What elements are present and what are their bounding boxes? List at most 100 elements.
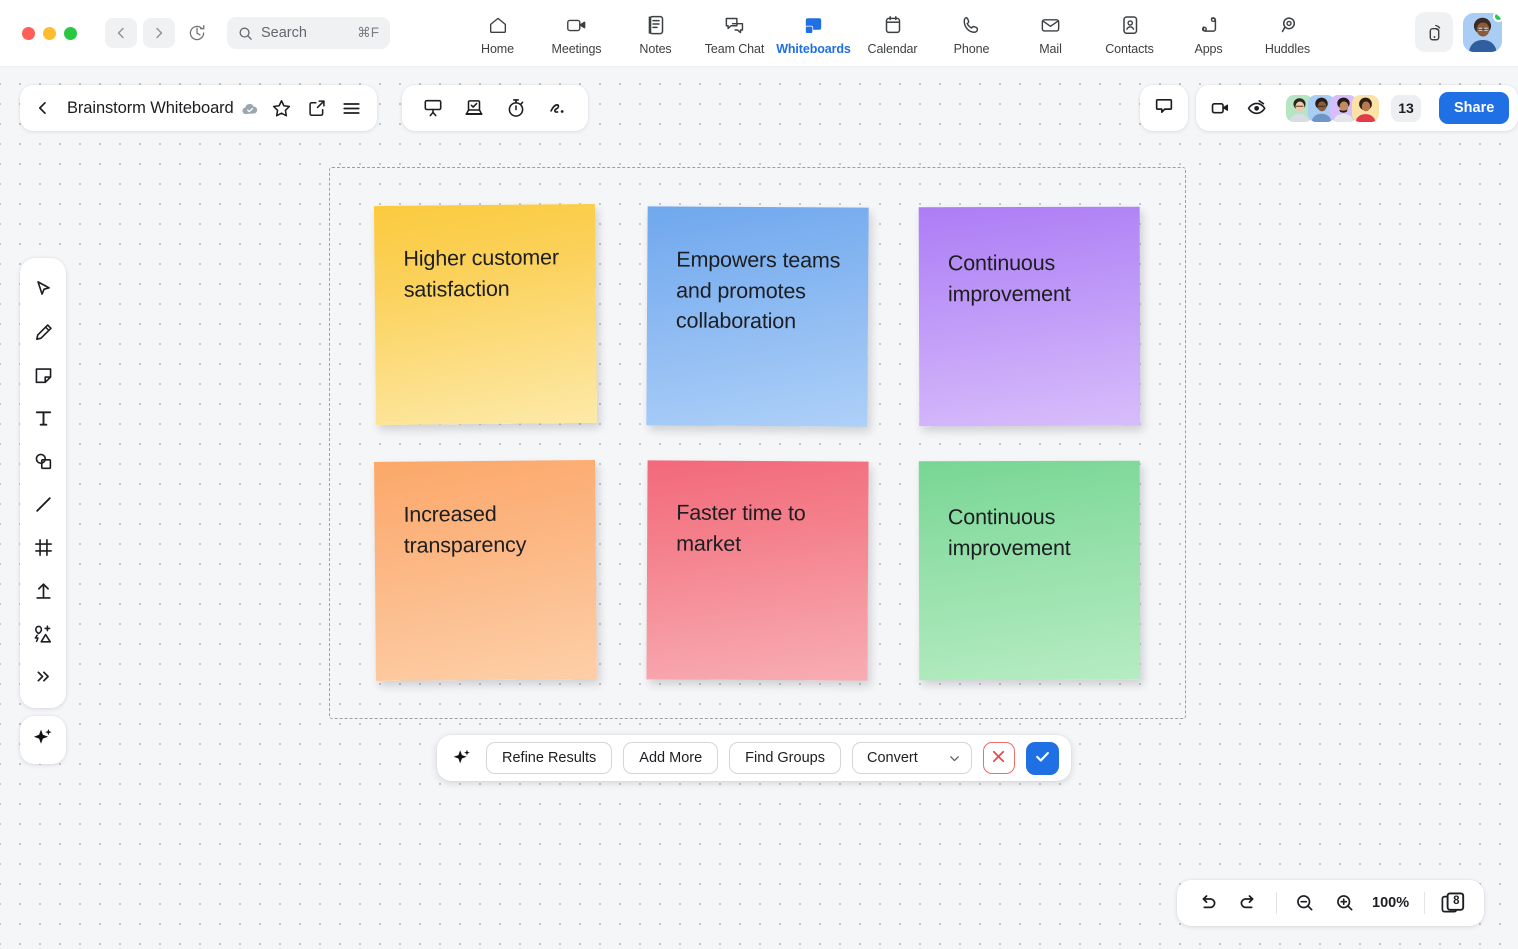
sticky-note[interactable]: Increased transparency [374, 460, 597, 681]
nav-label: Team Chat [705, 42, 765, 56]
laser-pointer-icon[interactable] [546, 97, 568, 119]
nav-label: Meetings [552, 42, 602, 56]
history-clock-icon[interactable] [181, 18, 213, 48]
notes-icon [646, 13, 666, 37]
minimize-window-button[interactable] [43, 27, 56, 40]
frame-tool[interactable] [22, 526, 64, 569]
search-placeholder: Search [261, 25, 349, 41]
nav-item-huddles[interactable]: Huddles [1248, 11, 1327, 56]
reject-button[interactable] [983, 742, 1015, 774]
comment-icon [1153, 95, 1175, 122]
close-x-icon [990, 748, 1007, 768]
avatar[interactable] [1463, 13, 1502, 52]
share-button[interactable]: Share [1439, 92, 1509, 124]
find-groups-button[interactable]: Find Groups [729, 742, 841, 774]
app-window: Search ⌘F Home Meetings [0, 0, 1518, 949]
whiteboard-canvas[interactable]: Higher customer satisfaction Empowers te… [0, 67, 1518, 949]
nav-item-whiteboards[interactable]: Whiteboards [774, 11, 853, 56]
forward-chevron-icon[interactable] [143, 18, 175, 48]
contact-card-icon [1120, 13, 1140, 37]
page-title[interactable]: Brainstorm Whiteboard [67, 99, 234, 118]
search-icon [238, 26, 253, 41]
accept-button[interactable] [1026, 742, 1059, 775]
nav-item-mail[interactable]: Mail [1011, 11, 1090, 56]
nav-item-team-chat[interactable]: Team Chat [695, 11, 774, 56]
zoom-out-icon[interactable] [1288, 886, 1322, 920]
template-tool[interactable] [22, 612, 64, 655]
redo-icon[interactable] [1231, 886, 1265, 920]
maximize-window-button[interactable] [64, 27, 77, 40]
line-tool[interactable] [22, 483, 64, 526]
main-nav: Home Meetings Notes Team C [458, 11, 1327, 56]
back-chevron-icon[interactable] [105, 18, 137, 48]
nav-item-apps[interactable]: Apps [1169, 11, 1248, 56]
nav-item-calendar[interactable]: Calendar [853, 11, 932, 56]
check-icon [1033, 747, 1052, 769]
zoom-toolbar: 100% 8 [1177, 880, 1484, 926]
text-tool[interactable] [22, 397, 64, 440]
window-traffic-lights [22, 27, 77, 40]
upload-tool[interactable] [22, 569, 64, 612]
ai-sparkle-icon [31, 726, 55, 755]
phone-icon [961, 13, 982, 37]
nav-label: Home [481, 42, 514, 56]
timer-icon[interactable] [505, 97, 527, 119]
sticky-note-text: Faster time to market [647, 460, 869, 560]
video-icon[interactable] [1210, 97, 1232, 119]
avatar[interactable] [1352, 95, 1379, 122]
pen-tool[interactable] [22, 311, 64, 354]
divider [1424, 892, 1425, 914]
sticky-note-text: Increased transparency [374, 460, 596, 561]
vote-poll-icon[interactable] [463, 97, 485, 119]
nav-item-contacts[interactable]: Contacts [1090, 11, 1169, 56]
whiteboard-title-bar: Brainstorm Whiteboard [20, 85, 377, 131]
undo-icon[interactable] [1191, 886, 1225, 920]
sticky-note[interactable]: Faster time to market [646, 460, 868, 680]
ai-sparkle-tool[interactable] [20, 716, 66, 764]
nav-label: Huddles [1265, 42, 1310, 56]
search-input[interactable]: Search ⌘F [227, 17, 390, 49]
sticky-note-text: Empowers teams and promotes collaboratio… [647, 206, 869, 338]
navigation-controls: Search ⌘F [105, 17, 390, 49]
shapes-tool[interactable] [22, 440, 64, 483]
cast-icon[interactable] [1415, 12, 1453, 52]
cloud-check-icon [241, 100, 258, 117]
follow-me-icon[interactable] [1246, 97, 1268, 119]
nav-item-notes[interactable]: Notes [616, 11, 695, 56]
divider [1276, 892, 1277, 914]
sticky-note[interactable]: Higher customer satisfaction [374, 204, 597, 425]
video-camera-icon [565, 13, 589, 37]
collaborator-count[interactable]: 13 [1391, 95, 1421, 122]
sticky-note-text: Higher customer satisfaction [374, 204, 596, 306]
export-icon[interactable] [306, 97, 328, 119]
pages-count: 8 [1453, 895, 1459, 907]
collaborator-avatars[interactable] [1286, 95, 1374, 122]
present-icon[interactable] [422, 97, 444, 119]
home-icon [487, 13, 509, 37]
nav-item-phone[interactable]: Phone [932, 11, 1011, 56]
sticky-note[interactable]: Continuous improvement [919, 207, 1141, 427]
comment-button[interactable] [1140, 85, 1188, 131]
sticky-note[interactable]: Empowers teams and promotes collaboratio… [646, 206, 868, 426]
select-cursor-tool[interactable] [22, 268, 64, 311]
whiteboard-session-tools [402, 85, 588, 131]
star-icon[interactable] [271, 97, 293, 119]
back-arrow-icon[interactable] [32, 97, 54, 119]
search-shortcut: ⌘F [357, 25, 379, 41]
pages-button[interactable]: 8 [1436, 888, 1470, 918]
add-more-button[interactable]: Add More [623, 742, 718, 774]
close-window-button[interactable] [22, 27, 35, 40]
sticky-note[interactable]: Continuous improvement [919, 461, 1140, 680]
calendar-icon [883, 13, 903, 37]
zoom-in-icon[interactable] [1328, 886, 1362, 920]
more-tools[interactable] [22, 655, 64, 698]
sticky-note-tool[interactable] [22, 354, 64, 397]
whiteboard-icon [802, 13, 825, 37]
nav-item-home[interactable]: Home [458, 11, 537, 56]
refine-results-button[interactable]: Refine Results [486, 742, 612, 774]
nav-item-meetings[interactable]: Meetings [537, 11, 616, 56]
convert-dropdown-label: Convert [867, 750, 918, 766]
hamburger-menu-icon[interactable] [341, 97, 363, 119]
zoom-level[interactable]: 100% [1368, 895, 1413, 911]
convert-dropdown[interactable]: Convert [852, 742, 972, 774]
